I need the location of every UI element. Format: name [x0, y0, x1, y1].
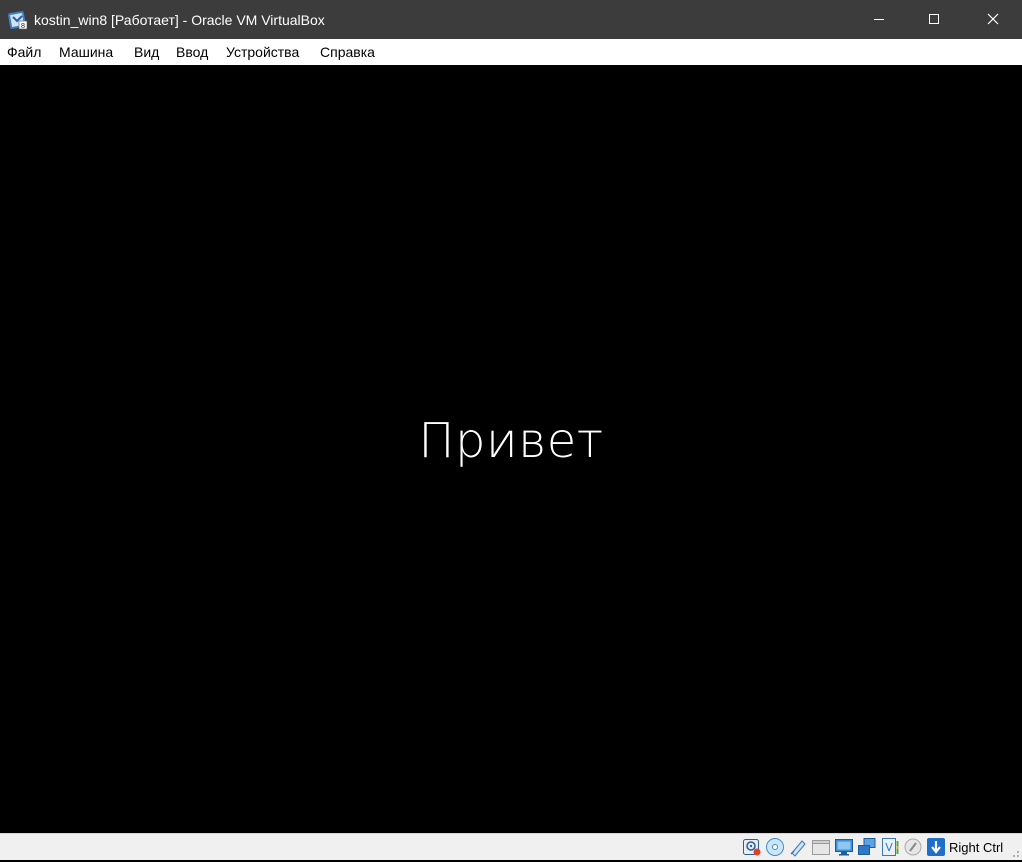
optical-drive-icon[interactable] — [765, 837, 785, 857]
maximize-icon — [929, 14, 939, 24]
network-icon[interactable] — [857, 837, 877, 857]
maximize-button[interactable] — [911, 0, 957, 39]
virtualbox-icon[interactable]: 8 — [8, 10, 28, 30]
vm-display[interactable]: Привет — [0, 65, 1022, 833]
display-icon[interactable] — [834, 837, 854, 857]
close-icon — [987, 13, 999, 25]
mouse-integration-icon[interactable] — [903, 837, 923, 857]
guest-greeting-text: Привет — [418, 413, 604, 469]
window-title: kostin_win8 [Работает] - Oracle VM Virtu… — [34, 12, 325, 28]
menu-file[interactable]: Файл — [7, 39, 41, 65]
menu-bar: Файл Машина Вид Ввод Устройства Справка — [0, 39, 1022, 65]
hard-disk-icon[interactable] — [742, 837, 762, 857]
minimize-icon — [874, 19, 884, 20]
close-button[interactable] — [970, 0, 1016, 39]
menu-machine[interactable]: Машина — [59, 39, 113, 65]
shared-folders-icon[interactable] — [811, 837, 831, 857]
svg-text:V: V — [885, 841, 893, 854]
menu-input[interactable]: Ввод — [176, 39, 208, 65]
menu-help[interactable]: Справка — [320, 39, 375, 65]
usb-icon[interactable] — [788, 837, 808, 857]
menu-view[interactable]: Вид — [134, 39, 159, 65]
virtualbox-window: 8 kostin_win8 [Работает] - Oracle VM Vir… — [0, 0, 1022, 860]
svg-text:8: 8 — [21, 22, 25, 30]
resize-grip-icon[interactable] — [1010, 848, 1020, 858]
menu-devices[interactable]: Устройства — [226, 39, 299, 65]
keyboard-capture-icon[interactable] — [926, 837, 946, 857]
host-key-label: Right Ctrl — [949, 840, 1004, 855]
video-capture-icon[interactable]: V — [880, 837, 900, 857]
title-bar[interactable]: 8 kostin_win8 [Работает] - Oracle VM Vir… — [0, 0, 1022, 39]
minimize-button[interactable] — [856, 0, 902, 39]
status-bar: V Right Ctrl — [0, 833, 1022, 860]
